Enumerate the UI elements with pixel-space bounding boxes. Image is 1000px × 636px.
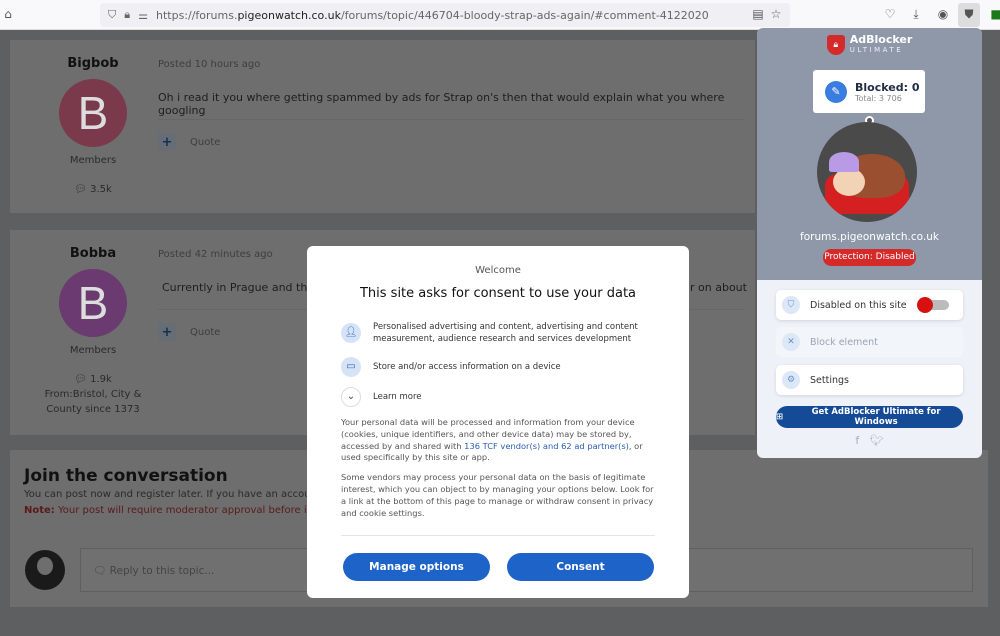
- lock-icon[interactable]: 🔒︎: [124, 8, 130, 22]
- avatar[interactable]: B: [59, 79, 127, 147]
- adblocker-extension-icon[interactable]: ⛊: [958, 3, 980, 27]
- purpose-item: ▭ Store and/or access information on a de…: [341, 357, 655, 377]
- bookmark-star-icon[interactable]: ☆: [768, 7, 784, 21]
- quote-button[interactable]: Quote: [190, 137, 220, 148]
- broom-icon: ✎: [825, 80, 847, 103]
- consent-paragraph: Your personal data will be processed and…: [341, 417, 643, 463]
- consent-dialog: Welcome This site asks for consent to us…: [307, 246, 689, 598]
- user-avatar: [25, 550, 65, 590]
- consent-button[interactable]: Consent: [507, 553, 654, 581]
- divider: [341, 535, 655, 536]
- post-content-tail: r on about: [690, 281, 747, 294]
- author-location: From:Bristol, City & County since 1373: [44, 389, 142, 415]
- moderation-note: Note: Your post will require moderator a…: [24, 505, 311, 516]
- get-windows-button[interactable]: ⊞ Get AdBlocker Ultimate for Windows: [776, 406, 963, 428]
- person-icon: 👤︎: [341, 323, 361, 343]
- sleeping-hedgehog-mascot: [817, 122, 917, 222]
- permissions-icon[interactable]: ⚌: [138, 9, 148, 22]
- manage-options-button[interactable]: Manage options: [343, 553, 490, 581]
- member-group: Members: [69, 345, 117, 356]
- learn-more-button[interactable]: ⌄ Learn more: [341, 387, 655, 407]
- consent-welcome: Welcome: [475, 265, 521, 276]
- browser-toolbar: ⌂ ⛉ 🔒︎ ⚌ https://forums.pigeonwatch.co.u…: [0, 0, 1000, 30]
- disabled-on-site-toggle-row[interactable]: ⛉ Disabled on this site: [776, 290, 963, 320]
- reader-view-icon[interactable]: ▤: [750, 7, 766, 21]
- twitter-icon[interactable]: 🐦︎: [870, 434, 884, 447]
- member-group: Members: [69, 155, 117, 166]
- comment-icon: 🗨︎: [93, 565, 110, 577]
- avatar[interactable]: B: [59, 269, 127, 337]
- author-name[interactable]: Bigbob: [18, 56, 168, 71]
- post-date[interactable]: Posted 10 hours ago: [158, 59, 260, 70]
- post-content: Oh i read it you where getting spammed b…: [158, 91, 725, 117]
- lock-shield-icon: 🔒︎: [826, 35, 845, 55]
- site-toggle[interactable]: [917, 297, 949, 313]
- join-text: You can post now and register later. If …: [24, 489, 311, 500]
- facebook-icon[interactable]: f: [855, 434, 859, 447]
- extension-icon[interactable]: ■: [988, 7, 1000, 21]
- post-content: Currently in Prague and the A: [162, 281, 326, 294]
- protection-status-badge: Protection: Disabled: [823, 249, 916, 266]
- join-title: Join the conversation: [24, 466, 228, 486]
- url-bar[interactable]: ⛉ 🔒︎ ⚌ https://forums.pigeonwatch.co.uk/…: [100, 3, 790, 27]
- post-card: Bigbob B Members 💬︎ 3.5k Posted 10 hours…: [10, 40, 755, 213]
- close-icon: ✕: [782, 333, 800, 351]
- block-element-button[interactable]: ✕ Block element: [776, 327, 963, 357]
- consent-paragraph: Some vendors may process your personal d…: [341, 472, 654, 518]
- post-count: 💬︎ 1.9k: [74, 374, 112, 385]
- consent-title: This site asks for consent to use your d…: [359, 286, 637, 301]
- author-name[interactable]: Bobba: [18, 246, 168, 261]
- vendors-link[interactable]: 136 TCF vendor(s) and 62 ad partner(s): [464, 441, 629, 451]
- plus-icon[interactable]: +: [158, 323, 176, 341]
- url-text: https://forums.pigeonwatch.co.uk/forums/…: [155, 8, 709, 22]
- shield-check-icon: ⛉: [782, 296, 800, 314]
- device-icon: ▭: [341, 357, 361, 377]
- home-icon[interactable]: ⌂: [0, 7, 16, 21]
- pocket-icon[interactable]: ♡: [882, 7, 898, 21]
- windows-icon: ⊞: [776, 412, 784, 422]
- adblocker-logo: 🔒︎ AdBlocker ULTIMATE: [757, 28, 982, 55]
- purpose-item: 👤︎ Personalised advertising and content, …: [341, 321, 655, 345]
- post-count: 💬︎ 3.5k: [74, 184, 112, 195]
- site-domain: forums.pigeonwatch.co.uk: [800, 231, 939, 243]
- shield-icon[interactable]: ⛉: [108, 8, 116, 22]
- chevron-down-icon[interactable]: ⌄: [341, 387, 361, 407]
- plus-icon[interactable]: +: [158, 133, 176, 151]
- blocked-counter: ✎ Blocked: 0 Total: 3 706: [813, 70, 925, 113]
- gear-icon: ⚙: [782, 371, 800, 389]
- post-author: Bobba B Members 💬︎ 1.9k From:Bristol, Ci…: [18, 246, 168, 417]
- post-date[interactable]: Posted 42 minutes ago: [158, 249, 273, 260]
- comment-icon: 💬︎: [74, 184, 91, 195]
- divider: [158, 119, 745, 120]
- post-author: Bigbob B Members 💬︎ 3.5k: [18, 56, 168, 197]
- settings-button[interactable]: ⚙ Settings: [776, 365, 963, 395]
- quote-button[interactable]: Quote: [190, 327, 220, 338]
- account-icon[interactable]: ◉: [935, 7, 951, 21]
- download-icon[interactable]: ⤓: [908, 7, 924, 22]
- adblocker-popup: 🔒︎ AdBlocker ULTIMATE ✎ Blocked: 0 Total: …: [757, 28, 982, 458]
- comment-icon: 💬︎: [74, 374, 91, 385]
